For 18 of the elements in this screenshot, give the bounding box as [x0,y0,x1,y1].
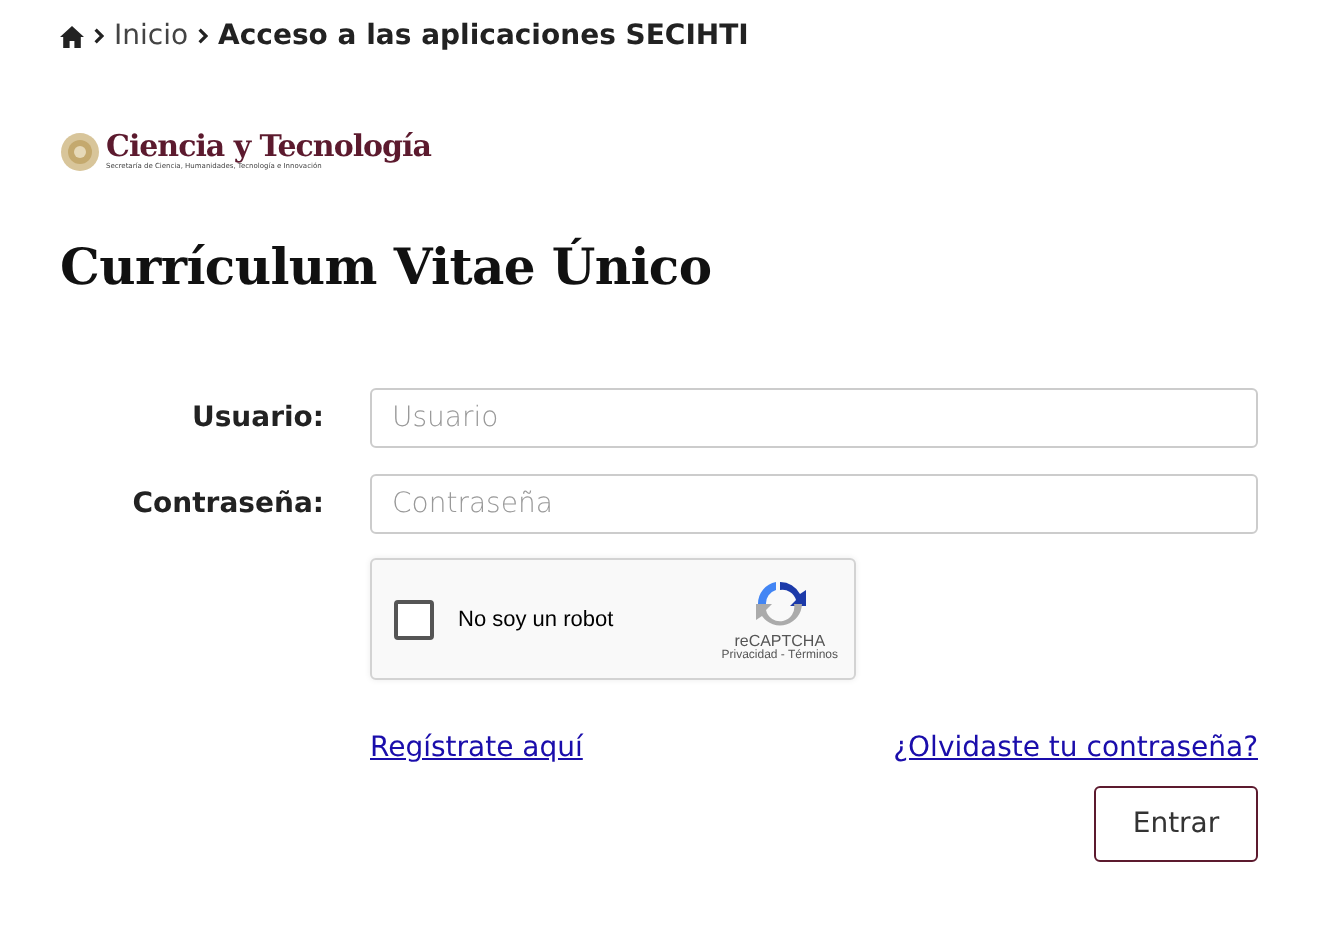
breadcrumb-current: Acceso a las aplicaciones SECIHTI [218,20,749,52]
seal-icon [60,131,100,171]
input-field[interactable]: Usuario [370,388,1258,448]
checkbox[interactable] [394,599,434,639]
captcha-brand: reCAPTCHA [734,632,826,650]
captcha-label: No soy un robot [458,607,616,631]
submit-button[interactable]: Entrar [1094,786,1258,862]
logo-title: Ciencia y Tecnología [106,130,431,162]
text-link[interactable]: Regístrate aquí [370,732,583,764]
field-label: Usuario: [189,402,324,434]
breadcrumb-link[interactable]: Inicio [114,20,189,52]
field-label: Contraseña: [130,488,324,520]
chevron-icon [94,28,104,44]
input-field[interactable]: Contraseña [370,474,1258,534]
page-title: Currículum Vitae Único [60,238,714,296]
chevron-icon [198,28,209,44]
home-icon[interactable] [60,25,84,47]
text-link[interactable]: ¿Olvidaste tu contraseña? [893,732,1258,764]
